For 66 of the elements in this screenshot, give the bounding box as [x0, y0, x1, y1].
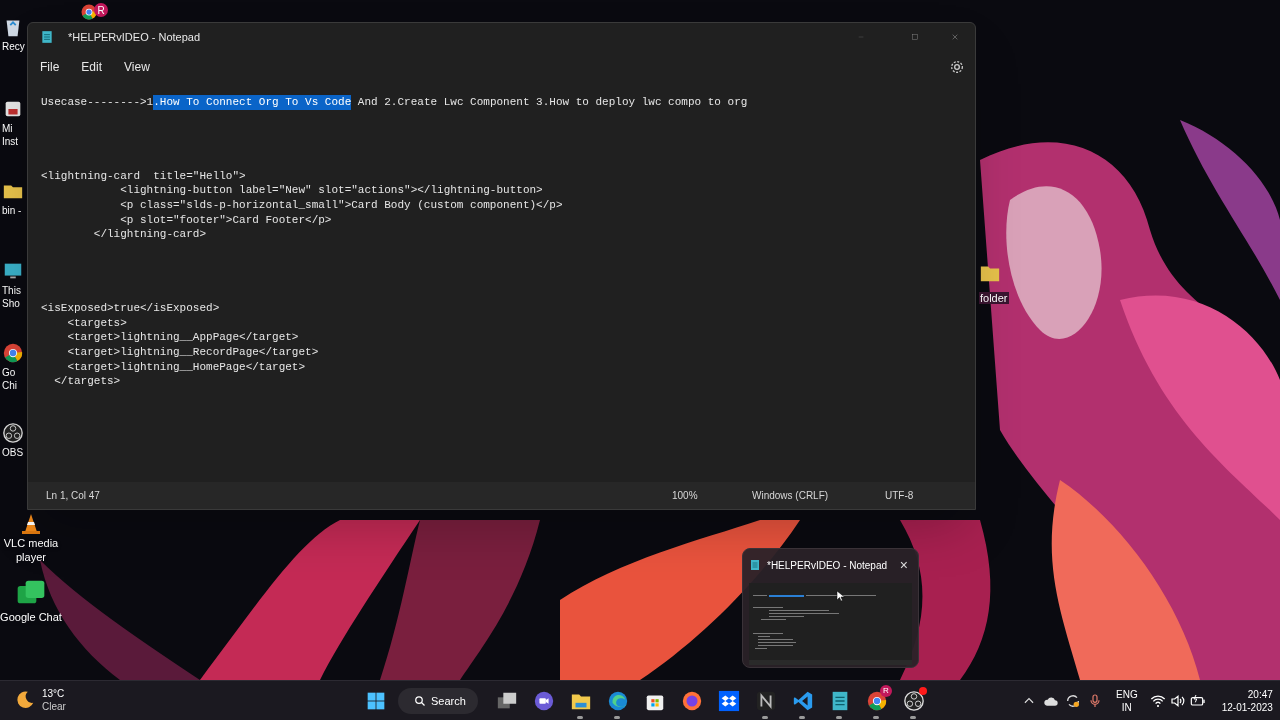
clock-date[interactable]: 12-01-2023	[1221, 701, 1273, 714]
traffic-cone-icon[interactable]	[19, 512, 43, 536]
chrome-icon[interactable]	[80, 3, 98, 21]
selected-text: .How To Connect Org To Vs Code	[153, 95, 352, 110]
code-line: <lightning-button label="New" slot="actions"></lightning-button>	[119, 183, 543, 198]
code-text: Usecase-------->1	[41, 95, 154, 110]
clock-time[interactable]: 20:47	[1247, 688, 1273, 701]
vs-code-icon[interactable]	[791, 690, 814, 712]
icon-label: Recy	[1, 40, 25, 53]
icon-label: bin -	[1, 204, 22, 217]
search-button[interactable]: Search	[398, 688, 478, 714]
battery-icon[interactable]	[1189, 693, 1206, 709]
cursor-position: Ln 1, Col 47	[46, 489, 100, 503]
icon-label: Go Chi	[1, 366, 17, 392]
close-button[interactable]: ×	[899, 558, 908, 572]
icon-label: VLC media player	[3, 536, 59, 564]
microphone-icon[interactable]	[1087, 693, 1103, 709]
code-line: <isExposed>true</isExposed>	[41, 300, 220, 316]
dropbox-icon[interactable]	[717, 690, 740, 712]
menu-item[interactable]: View	[116, 54, 158, 80]
encoding: UTF-8	[885, 489, 915, 503]
edge-icon[interactable]	[606, 690, 629, 712]
code-line: <target>lightning__RecordPage</target>	[66, 344, 319, 360]
window-title: *HELPERvIDEO - Notepad	[68, 29, 201, 45]
notepad-icon	[749, 559, 761, 571]
line-ending: Windows (CRLF)	[752, 489, 830, 503]
zoom-level: 100%	[672, 489, 699, 503]
temperature: 13°C	[42, 687, 66, 700]
profile-badge: R	[880, 685, 892, 697]
window-preview[interactable]: *HELPERvIDEO - Notepad ×	[742, 548, 919, 668]
obs-icon[interactable]	[902, 690, 925, 712]
video-chat-icon[interactable]	[532, 690, 555, 712]
windows-logo-icon	[366, 691, 386, 711]
icon-label: folder	[979, 292, 1009, 304]
code-line: <p slot="footer">Card Footer</p>	[119, 212, 332, 228]
code-line: <p class="slds-p-horizontal_small">Card Body (custom component)</p>	[119, 197, 563, 213]
code-line: </lightning-card>	[92, 227, 207, 242]
code-text: And 2.Create Lwc Component 3.How to deploy lwc compo to org	[356, 95, 748, 110]
settings-icon[interactable]	[949, 59, 965, 75]
chrome-icon[interactable]	[2, 342, 24, 364]
input-language[interactable]: ENG	[1116, 688, 1138, 701]
chrome-icon[interactable]	[865, 690, 888, 712]
firefox-icon[interactable]	[680, 690, 703, 712]
input-region[interactable]: IN	[1121, 701, 1132, 714]
search-icon	[414, 695, 426, 707]
notepad-icon	[40, 30, 54, 44]
mouse-pointer-icon	[835, 588, 847, 604]
icon-label: This Sho	[1, 284, 21, 310]
icon-label: Mi Inst	[1, 122, 19, 148]
code-line: </targets>	[53, 374, 121, 390]
icon-label: OBS	[1, 446, 24, 459]
moon-icon	[14, 689, 36, 711]
wifi-icon[interactable]	[1149, 693, 1166, 709]
code-line: <target>lightning__HomePage</target>	[66, 359, 306, 375]
code-line: <targets>	[66, 315, 127, 331]
menu-item[interactable]: File	[32, 54, 68, 80]
code-line: <lightning-card title="Hello">	[41, 168, 246, 184]
speaker-icon[interactable]	[1169, 693, 1186, 709]
n-logo-icon[interactable]	[754, 690, 777, 712]
code-line: <target>lightning__AppPage</target>	[66, 330, 299, 345]
sync-icon[interactable]	[1065, 693, 1081, 709]
icon-label: Google Chat	[0, 610, 62, 624]
weather-condition: Clear	[42, 700, 66, 713]
obs-icon[interactable]	[2, 422, 24, 444]
menu-item[interactable]: Edit	[73, 54, 111, 80]
preview-title: *HELPERvIDEO - Notepad	[767, 558, 888, 573]
